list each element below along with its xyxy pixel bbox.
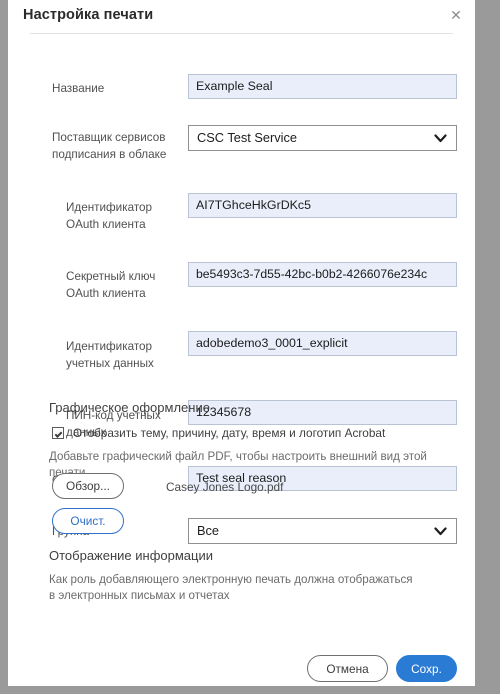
checkbox-show-theme-label: Отобразить тему, причину, дату, время и … (73, 426, 386, 440)
form-row-reason: Основание Test seal reason (8, 141, 475, 491)
checkbox-show-theme[interactable] (52, 427, 64, 439)
form-row-oauth-secret: Секретный ключ OAuth клиента be5493c3-7d… (8, 87, 475, 300)
label-oauth-client-id: Идентификатор OAuth клиента (66, 201, 153, 231)
info-helper-text: Как роль добавляющего электронную печать… (49, 573, 413, 602)
form-row-oauth-client-id: Идентификатор OAuth клиента AI7TGhceHkGr… (8, 69, 475, 231)
label-credential-id: Идентификатор учетных данных (66, 340, 154, 370)
selected-file-name: Casey Jones Logo.pdf (166, 480, 284, 494)
label-oauth-secret: Секретный ключ OAuth клиента (66, 270, 156, 300)
chevron-down-icon (434, 519, 447, 543)
save-button[interactable]: Сохр. (396, 655, 457, 682)
form-row-credential-id: Идентификатор учетных данных adobedemo3_… (8, 105, 475, 370)
form-row-credential-pin: ПИН-код учетных данных 12345678 (8, 123, 475, 439)
print-settings-dialog: Настройка печати ✕ Название Example Seal… (8, 0, 475, 686)
section-title-info: Отображение информации (49, 548, 213, 563)
select-group-value: Все (197, 523, 220, 538)
form-row-name: Название Example Seal (8, 33, 475, 99)
section-title-appearance: Графическое оформление (49, 400, 210, 415)
dialog-titlebar: Настройка печати ✕ (8, 0, 475, 34)
browse-button[interactable]: Обзор... (52, 473, 124, 499)
page-title: Настройка печати (23, 7, 154, 23)
checkbox-show-theme-row[interactable]: Отобразить тему, причину, дату, время и … (52, 426, 385, 440)
clear-button[interactable]: Очист. (52, 508, 124, 534)
input-credential-pin[interactable]: 12345678 (188, 400, 457, 425)
input-oauth-client-id[interactable]: AI7TGhceHkGrDKc5 (188, 193, 457, 218)
form-row-group: Группа Все (8, 159, 475, 544)
form-row-provider: Поставщик сервисов подписания в облаке C… (8, 51, 475, 161)
close-icon[interactable]: ✕ (446, 5, 466, 25)
select-group[interactable]: Все (188, 518, 457, 544)
input-oauth-secret[interactable]: be5493c3-7d55-42bc-b0b2-4266076e234c (188, 262, 457, 287)
cancel-button[interactable]: Отмена (307, 655, 388, 682)
input-credential-id[interactable]: adobedemo3_0001_explicit (188, 331, 457, 356)
form-row-display-email: Отображение электронного письма seal@ado… (8, 177, 475, 195)
screen-background: Настройка печати ✕ Название Example Seal… (0, 0, 500, 694)
